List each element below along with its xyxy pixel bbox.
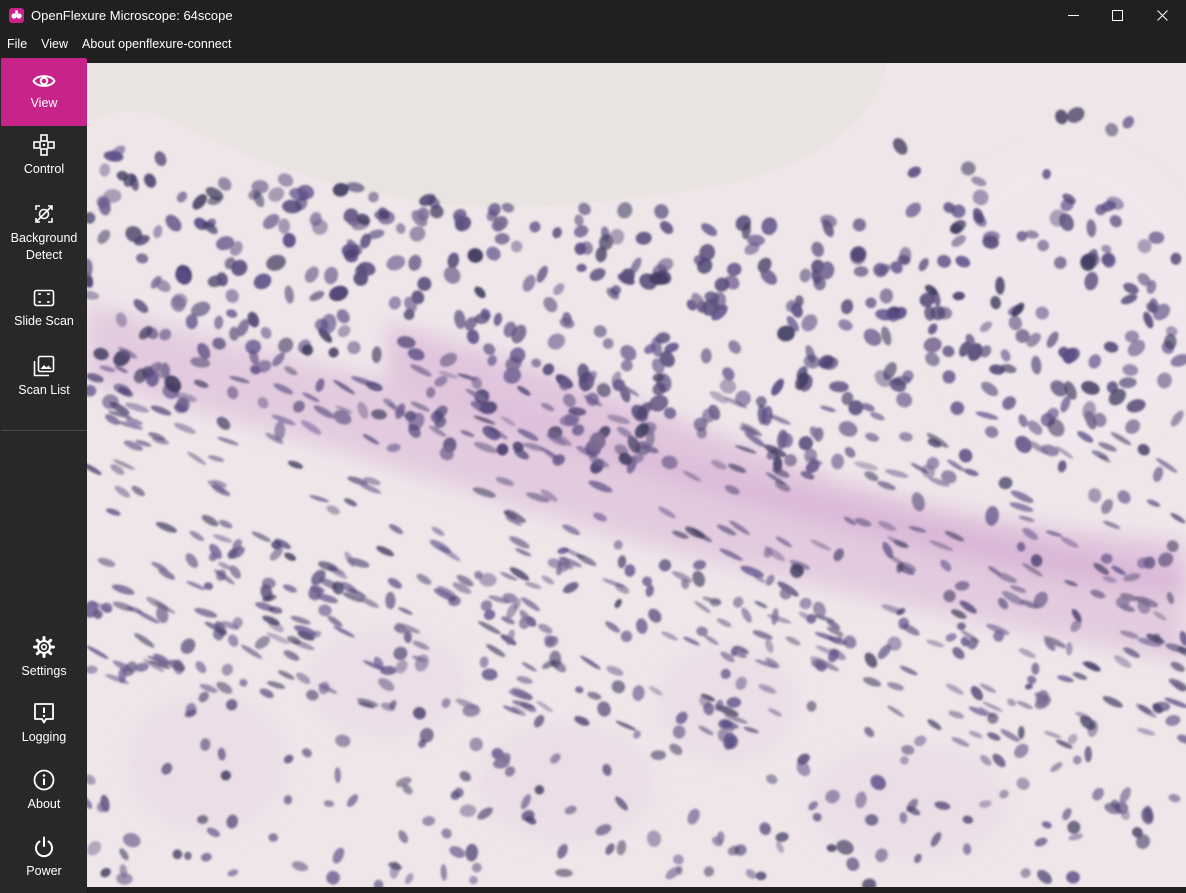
- cell-nucleus: [1031, 662, 1040, 675]
- nav-about[interactable]: About: [1, 769, 87, 813]
- nav-view[interactable]: View: [1, 58, 87, 126]
- title-bar: OpenFlexure Microscope: 64scope: [0, 0, 1186, 30]
- menu-view[interactable]: View: [34, 37, 75, 51]
- cell-nucleus: [718, 719, 732, 729]
- specimen-image: [87, 63, 1186, 887]
- power-icon: [35, 836, 53, 858]
- menu-about[interactable]: About openflexure-connect: [75, 37, 238, 51]
- nav-view-label: View: [30, 96, 58, 110]
- nav-control-label: Control: [23, 162, 65, 176]
- nav-scan-list-label: Scan List: [18, 383, 70, 397]
- nav-control[interactable]: Control: [1, 134, 87, 178]
- window-title: OpenFlexure Microscope: 64scope: [31, 8, 233, 23]
- cell-nucleus: [1100, 553, 1113, 564]
- nav-logging-label: Logging: [21, 730, 67, 744]
- maximize-icon: [1111, 9, 1123, 21]
- close-icon: [1156, 9, 1168, 21]
- sidebar-nav: View Control Background Detect Slide Sca…: [0, 58, 88, 893]
- openflexure-logo-icon: [9, 8, 24, 23]
- minimize-button[interactable]: [1050, 0, 1096, 30]
- close-button[interactable]: [1139, 0, 1185, 30]
- cell-nucleus: [993, 630, 1004, 642]
- nav-settings[interactable]: Settings: [1, 636, 87, 680]
- nav-about-label: About: [27, 797, 61, 811]
- gear-icon: [33, 636, 55, 658]
- cell-nucleus: [1084, 746, 1092, 763]
- nav-background-detect[interactable]: Background Detect: [1, 203, 87, 264]
- menu-bar: File View About openflexure-connect: [0, 30, 1186, 58]
- cell-nucleus: [145, 370, 159, 387]
- gamepad-icon: [33, 134, 55, 156]
- nav-settings-label: Settings: [21, 664, 67, 678]
- scan-frame-icon: [33, 289, 55, 307]
- nav-scan-list[interactable]: Scan List: [1, 355, 87, 399]
- minimize-icon: [1067, 14, 1079, 16]
- microscope-live-view[interactable]: [87, 63, 1186, 887]
- maximize-button[interactable]: [1094, 0, 1140, 30]
- eye-icon: [32, 75, 56, 87]
- alert-box-icon: [34, 703, 54, 724]
- info-icon: [33, 769, 55, 791]
- nav-logging[interactable]: Logging: [1, 702, 87, 746]
- nav-power[interactable]: Power: [1, 836, 87, 880]
- background-detect-icon: [35, 205, 53, 223]
- image-stack-icon: [33, 355, 55, 377]
- nav-background-detect-label: Background Detect: [10, 231, 78, 262]
- nav-power-label: Power: [26, 864, 62, 878]
- sidebar-divider: [1, 430, 87, 431]
- menu-file[interactable]: File: [0, 37, 34, 51]
- nav-slide-scan[interactable]: Slide Scan: [1, 288, 87, 330]
- nav-slide-scan-label: Slide Scan: [14, 314, 74, 328]
